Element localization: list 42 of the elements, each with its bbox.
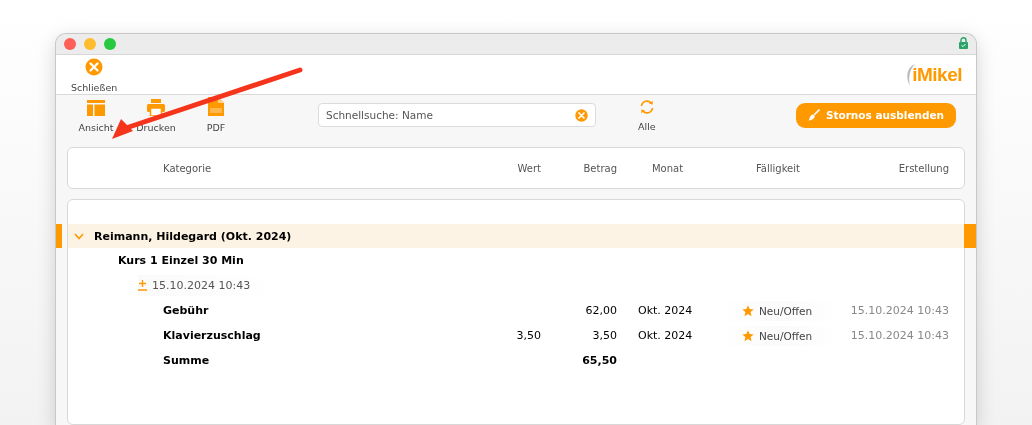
refresh-button[interactable]: Alle	[638, 98, 656, 132]
column-header[interactable]: Erstellung	[838, 162, 949, 174]
amount-cell-text: 62,00	[584, 304, 617, 317]
amount-cell-text: 3,50	[591, 329, 617, 342]
course-label: Kurs 1 Einzel 30 Min	[118, 254, 244, 267]
status-label: Neu/Offen	[759, 329, 813, 342]
brush-icon	[807, 109, 820, 122]
clear-icon[interactable]	[575, 108, 588, 122]
amount-cell-text: 65,50	[581, 354, 617, 367]
search-field[interactable]: Schnellsuche: Name	[318, 103, 596, 128]
minimize-window-control[interactable]	[84, 37, 96, 50]
close-button[interactable]: Schließen	[71, 56, 118, 93]
close-window-control[interactable]	[64, 37, 76, 50]
entry-date: 15.10.2024 10:43	[152, 279, 251, 292]
column-header[interactable]: Monat	[617, 162, 718, 174]
plus-minus-icon[interactable]	[138, 280, 147, 291]
app-logo: iMikel	[905, 62, 962, 87]
value-cell-text: 3,50	[515, 329, 541, 342]
month-cell-text: Okt. 2024	[637, 304, 694, 317]
status-label: Neu/Offen	[759, 304, 813, 317]
group-row[interactable]: Reimann, Hildegard (Okt. 2024)	[68, 224, 964, 248]
star-icon	[742, 329, 754, 342]
table-layout-icon	[87, 100, 105, 117]
printer-icon	[147, 99, 165, 117]
category-cell-text: Gebühr	[162, 304, 210, 317]
chevron-down-icon[interactable]	[74, 232, 84, 240]
refresh-icon	[638, 98, 655, 115]
column-header[interactable]: Kategorie	[68, 162, 481, 174]
star-icon	[742, 304, 754, 317]
created-cell-text: 15.10.2024 10:43	[849, 329, 949, 342]
zoom-window-control[interactable]	[104, 37, 116, 50]
layout-button[interactable]: Ansicht	[76, 97, 116, 134]
month-cell-text: Okt. 2024	[637, 329, 694, 342]
close-icon	[85, 57, 104, 76]
column-header[interactable]: Fälligkeit	[718, 162, 838, 174]
column-header[interactable]: Betrag	[541, 162, 617, 174]
category-cell-text: Summe	[162, 354, 211, 367]
column-header[interactable]: Wert	[481, 162, 541, 174]
category-cell-text: Klavierzuschlag	[162, 329, 262, 342]
created-cell-text: 15.10.2024 10:43	[849, 304, 949, 317]
pdf-button[interactable]: PDF	[196, 97, 236, 134]
group-label: Reimann, Hildegard (Okt. 2024)	[94, 229, 292, 243]
